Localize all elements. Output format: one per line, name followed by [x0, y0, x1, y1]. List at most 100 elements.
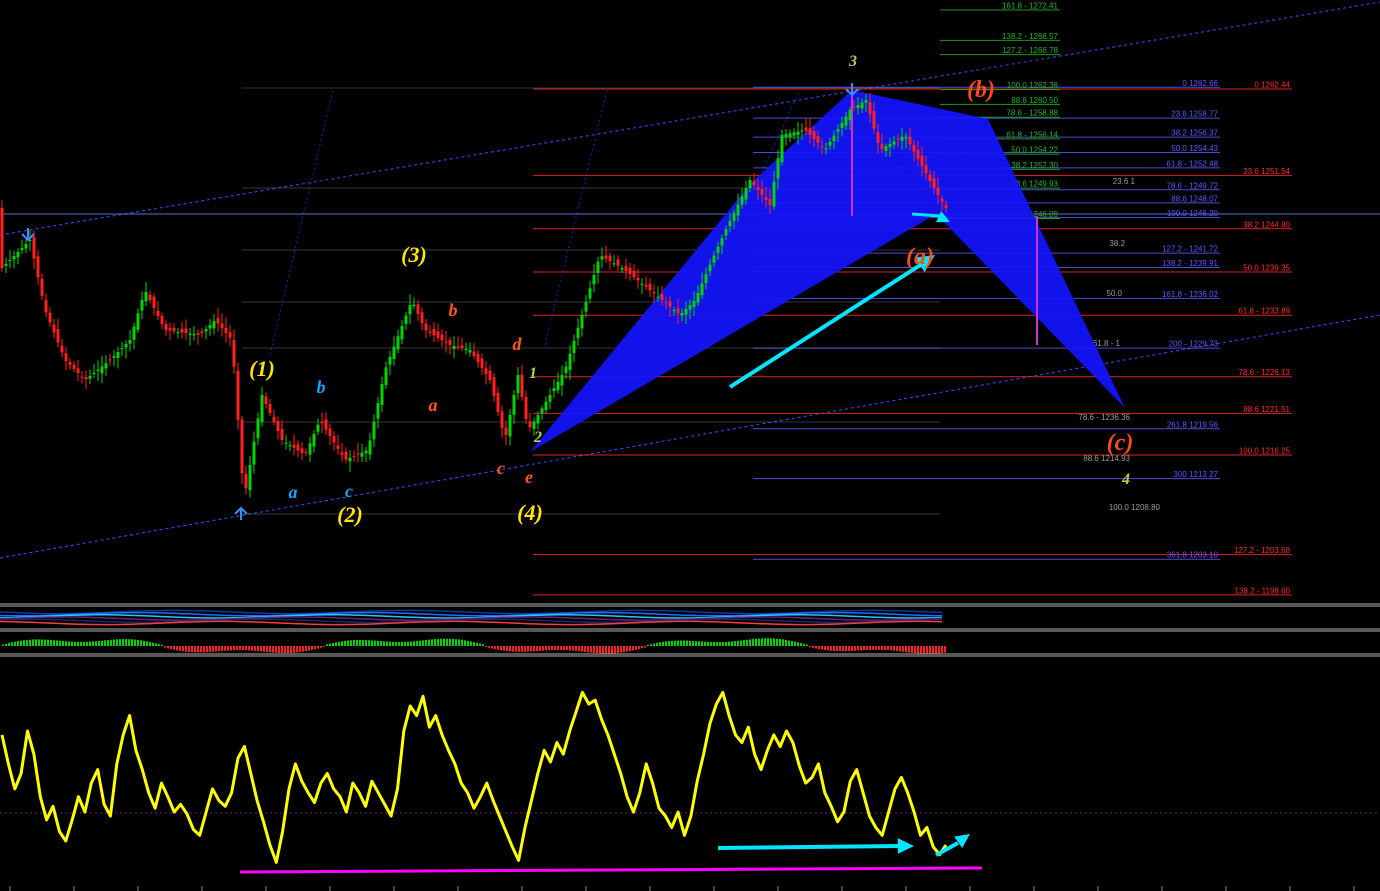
candle-body	[680, 313, 684, 316]
histogram-bar	[215, 646, 217, 652]
candle-body	[552, 388, 556, 392]
wave-label-4: (4)	[517, 500, 543, 525]
histogram-bar	[902, 646, 904, 652]
histogram-bar	[815, 646, 817, 649]
candle-body	[24, 244, 28, 249]
candle-body	[732, 212, 736, 221]
candle-body	[220, 323, 224, 329]
histogram-bar	[860, 646, 862, 651]
histogram-bar	[314, 646, 316, 650]
histogram-bar	[722, 641, 724, 646]
histogram-bar	[227, 646, 229, 651]
candle-body	[344, 451, 348, 460]
candle-body	[124, 344, 128, 348]
histogram-bar	[407, 641, 409, 646]
histogram-bar	[302, 646, 304, 652]
histogram-bar	[662, 641, 664, 646]
fib-green-label: 127.2 - 1266.78	[1002, 46, 1059, 55]
histogram-bar	[878, 646, 880, 650]
histogram-bar	[839, 646, 841, 652]
candle-body	[312, 434, 316, 447]
histogram-bar	[365, 640, 367, 646]
histogram-bar	[740, 640, 742, 646]
histogram-bar	[767, 638, 769, 646]
histogram-bar	[560, 646, 562, 651]
histogram-bar	[923, 646, 925, 654]
histogram-bar	[641, 646, 643, 649]
histogram-bar	[95, 641, 97, 646]
histogram-bar	[275, 646, 277, 653]
candle-body	[656, 296, 660, 298]
wave-label-c: (c)	[1107, 430, 1134, 456]
candle-body	[0, 207, 4, 268]
candle-body	[896, 138, 900, 140]
wave-label-a: (a)	[906, 244, 934, 270]
histogram-bar	[401, 641, 403, 646]
histogram-bar	[734, 641, 736, 646]
histogram-bar	[683, 640, 685, 646]
candle-body	[584, 301, 588, 312]
candle-body	[576, 327, 580, 339]
candle-body	[532, 421, 536, 429]
candle-body	[764, 197, 768, 200]
candle-body	[940, 198, 944, 202]
wave-label-c: c	[497, 458, 505, 478]
histogram-bar	[218, 646, 220, 652]
fib-gray-label: 50.0	[1106, 289, 1122, 298]
wave-label-d: d	[513, 334, 523, 354]
candle-body	[12, 256, 16, 260]
histogram-bar	[467, 640, 469, 646]
histogram-bar	[50, 639, 52, 646]
histogram-bar	[899, 646, 901, 652]
wave-label-c: c	[345, 481, 353, 501]
histogram-bar	[344, 640, 346, 646]
histogram-bar	[887, 646, 889, 651]
histogram-bar	[5, 643, 7, 646]
histogram-bar	[533, 646, 535, 652]
histogram-bar	[281, 646, 283, 654]
fib-blue-label: 161.8 - 1236.02	[1162, 290, 1219, 299]
histogram-bar	[650, 644, 652, 646]
histogram-bar	[629, 646, 631, 652]
histogram-bar	[131, 639, 133, 646]
candle-body	[868, 102, 872, 115]
histogram-bar	[611, 646, 613, 654]
candle-body	[860, 102, 864, 109]
histogram-bar	[59, 640, 61, 646]
candle-body	[640, 283, 644, 285]
histogram-bar	[173, 646, 175, 650]
histogram-bar	[452, 638, 454, 646]
histogram-bar	[761, 638, 763, 646]
histogram-bar	[455, 639, 457, 646]
candle-body	[856, 105, 860, 109]
candle-body	[920, 155, 924, 167]
candle-body	[596, 261, 600, 273]
histogram-bar	[188, 646, 190, 652]
candle-body	[436, 331, 440, 338]
candle-body	[664, 302, 668, 304]
candle-body	[224, 327, 228, 333]
histogram-bar	[737, 640, 739, 646]
histogram-bar	[698, 641, 700, 646]
histogram-bar	[638, 646, 640, 650]
trend-dotted-line	[269, 89, 334, 356]
histogram-bar	[20, 640, 22, 646]
candle-body	[932, 178, 936, 189]
histogram-bar	[140, 640, 142, 646]
histogram-bar	[632, 646, 634, 651]
histogram-bar	[566, 646, 568, 651]
histogram-bar	[362, 639, 364, 646]
histogram-bar	[872, 646, 874, 650]
histogram-bar	[917, 646, 919, 654]
candle-body	[104, 363, 108, 369]
candle-body	[280, 428, 284, 440]
candle-body	[916, 149, 920, 159]
histogram-bar	[527, 646, 529, 652]
histogram-bar	[257, 646, 259, 652]
histogram-bar	[353, 640, 355, 646]
histogram-bar	[749, 639, 751, 646]
histogram-bar	[236, 646, 238, 651]
fib-green-label: 61.8 - 1256.14	[1006, 130, 1058, 139]
histogram-bar	[896, 646, 898, 652]
candle-body	[840, 122, 844, 129]
